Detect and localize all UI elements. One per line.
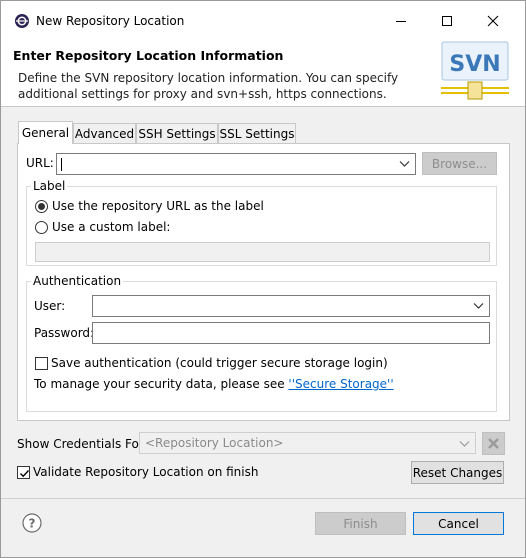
header-banner: Enter Repository Location Information De… (1, 41, 525, 107)
help-icon[interactable]: ? (22, 513, 42, 533)
text-caret (61, 158, 62, 171)
custom-label-input[interactable] (35, 242, 490, 262)
browse-button[interactable]: Browse... (422, 152, 497, 175)
close-button[interactable] (470, 1, 516, 41)
title-bar: New Repository Location (1, 1, 525, 41)
show-credentials-combo[interactable]: <Repository Location> (139, 432, 476, 454)
finish-button[interactable]: Finish (315, 512, 406, 535)
maximize-icon (442, 16, 452, 26)
svn-logo-icon: SVN (441, 41, 509, 100)
tab-advanced[interactable]: Advanced (73, 123, 136, 143)
tab-general[interactable]: General (18, 121, 73, 144)
save-authentication-label: Save authentication (could trigger secur… (51, 356, 388, 370)
show-credentials-label: Show Credentials For: (17, 437, 148, 451)
tab-ssl-settings[interactable]: SSL Settings (218, 123, 296, 143)
url-combo[interactable] (56, 153, 416, 175)
dialog-window: New Repository Location Enter Repository… (0, 0, 526, 558)
button-bar: ? Finish Cancel (1, 498, 525, 557)
reset-changes-button[interactable]: Reset Changes (411, 461, 504, 484)
url-label: URL: (26, 156, 54, 170)
manage-security-text: To manage your security data, please see… (34, 377, 394, 391)
chevron-down-icon (473, 303, 484, 309)
password-label: Password: (34, 326, 95, 340)
use-url-radio-label: Use the repository URL as the label (52, 199, 264, 213)
svg-text:?: ? (29, 517, 36, 531)
use-url-radio[interactable] (35, 200, 48, 213)
banner-description: Define the SVN repository location infor… (18, 71, 399, 101)
show-credentials-value: <Repository Location> (145, 436, 284, 450)
chevron-down-icon (459, 441, 470, 447)
minimize-icon (396, 21, 406, 22)
custom-label-radio-label: Use a custom label: (52, 220, 171, 234)
delete-credentials-button[interactable] (482, 432, 505, 455)
general-tab-panel: URL: Browse... Label Use the repository … (17, 143, 510, 421)
window-title: New Repository Location (36, 14, 185, 28)
maximize-button[interactable] (424, 1, 470, 41)
banner-title: Enter Repository Location Information (13, 48, 284, 63)
password-field[interactable] (92, 322, 490, 344)
delete-icon (488, 438, 499, 449)
secure-storage-link[interactable]: ''Secure Storage'' (288, 377, 393, 391)
validate-label: Validate Repository Location on finish (33, 465, 259, 479)
svn-logo-text: SVN (449, 52, 500, 77)
checkmark-icon (20, 470, 30, 478)
label-group: Label Use the repository URL as the labe… (26, 179, 497, 266)
validate-checkbox[interactable] (17, 466, 30, 479)
authentication-group-legend: Authentication (31, 274, 124, 288)
close-icon (487, 15, 499, 27)
user-combo[interactable] (92, 295, 490, 317)
custom-label-radio[interactable] (35, 221, 48, 234)
chevron-down-icon (399, 161, 410, 167)
cancel-button[interactable]: Cancel (413, 512, 504, 535)
user-label: User: (34, 299, 66, 313)
label-group-legend: Label (31, 179, 68, 193)
minimize-button[interactable] (378, 1, 424, 41)
authentication-group: Authentication User: Password: Save auth… (26, 274, 497, 412)
eclipse-app-icon (15, 14, 29, 28)
save-authentication-checkbox[interactable] (35, 357, 48, 370)
tab-ssh-settings[interactable]: SSH Settings (136, 123, 218, 143)
